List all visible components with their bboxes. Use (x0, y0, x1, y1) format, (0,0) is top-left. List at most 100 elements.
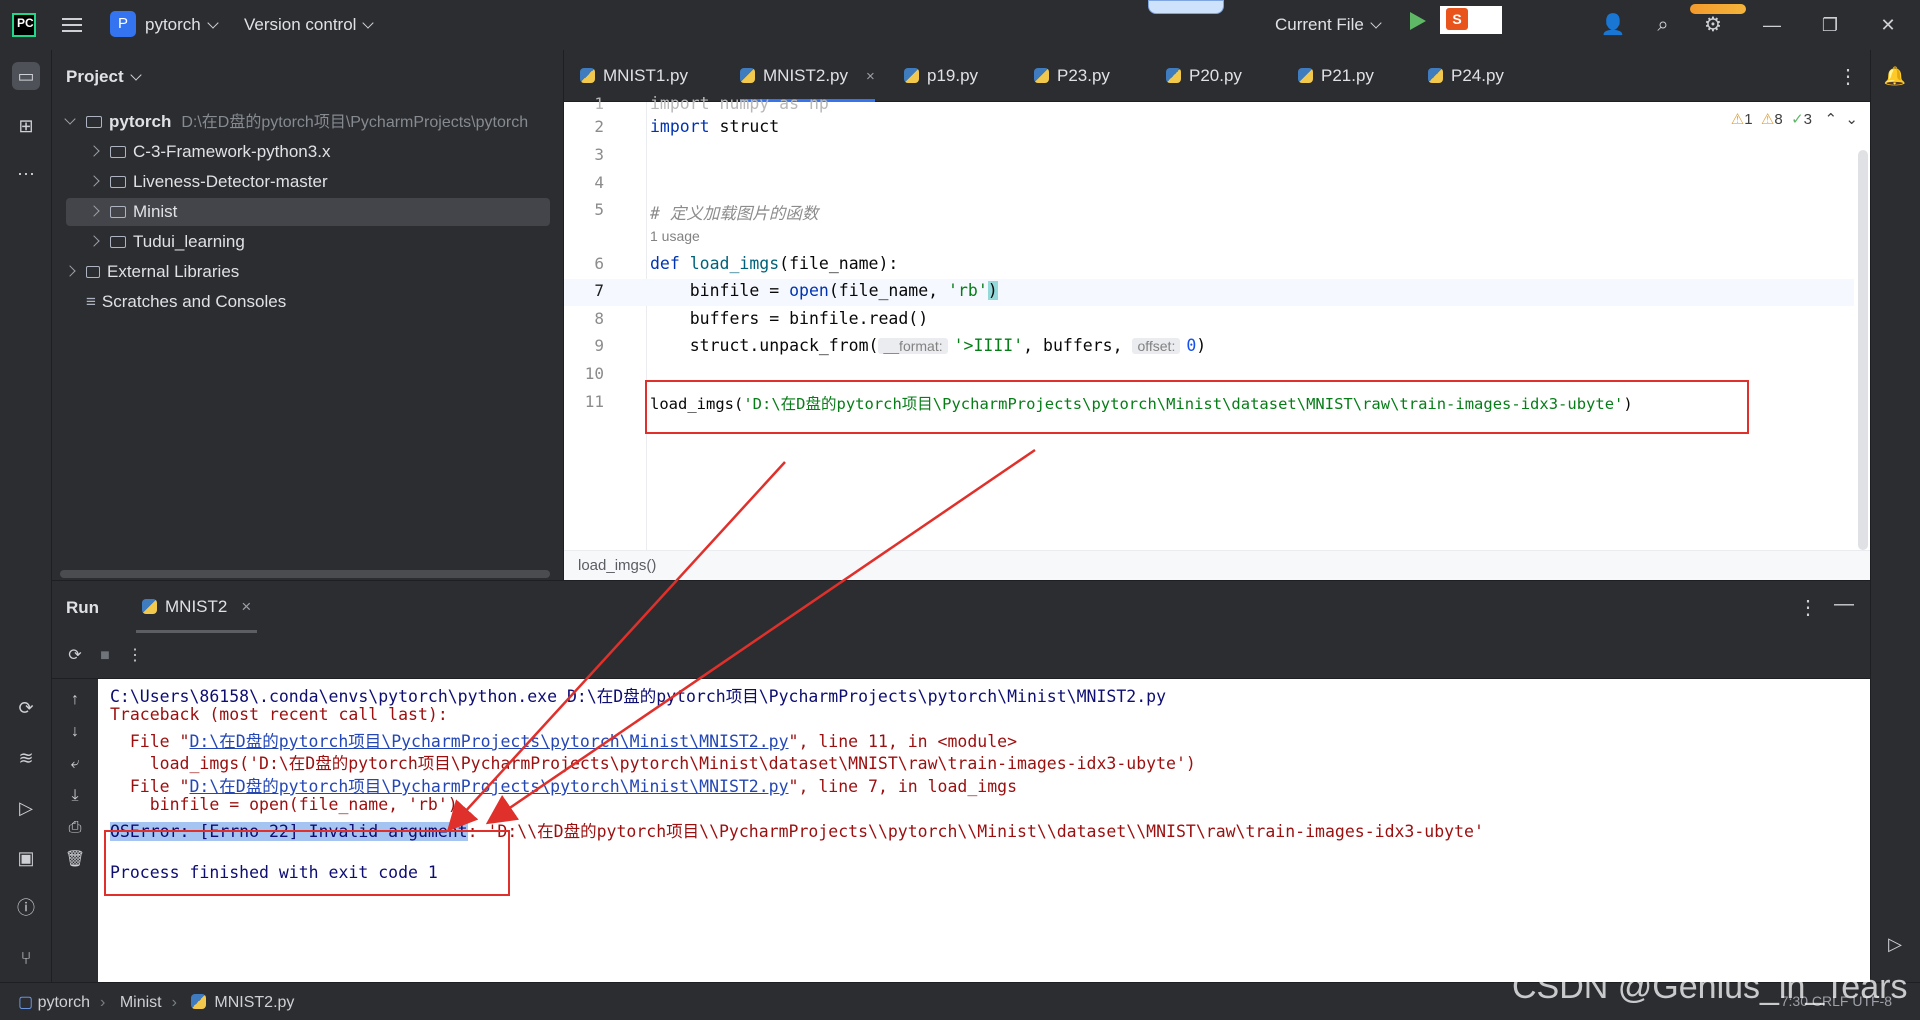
main-menu-icon[interactable] (62, 14, 82, 34)
scratches-label: Scratches and Consoles (101, 292, 287, 311)
python-file-icon (142, 599, 157, 614)
code-token: , buffers, (1023, 336, 1133, 355)
console-side-toolbar: ↑ ↓ ⤶ ⤓ ⎙ 🗑 (52, 679, 98, 983)
notifications-icon[interactable]: 🔔 (1881, 62, 1909, 90)
console-line: C:\Users\86158\.conda\envs\pytorch\pytho… (110, 687, 1167, 706)
expand-arrow-icon[interactable] (88, 175, 100, 187)
function-name-token: load_imgs (689, 254, 780, 273)
vertical-scrollbar[interactable] (1858, 150, 1868, 550)
gear-icon[interactable]: ⚙ (1700, 12, 1726, 38)
inspection-widget[interactable]: ⚠1 ⚠8 ✓3 ⌃ ⌄ (1731, 110, 1858, 128)
usage-hint[interactable]: 1 usage (650, 228, 700, 244)
run-icon[interactable]: ▷ (1881, 930, 1909, 958)
line-number: 9 (594, 336, 604, 355)
minimize-button[interactable]: — (1760, 13, 1784, 37)
file-link[interactable]: D:\在D盘的pytorch项目\PycharmProjects\pytorch… (189, 777, 788, 796)
arrow-up-icon[interactable]: ↑ (64, 689, 86, 711)
check-icon: ✓ (1791, 111, 1804, 128)
console-line: binfile = open(file_name, 'rb') (110, 795, 458, 814)
expand-arrow-icon[interactable] (88, 235, 100, 247)
chevron-down-icon (129, 69, 142, 81)
keyword-token: import (650, 117, 710, 136)
expand-arrow-icon[interactable] (64, 265, 76, 277)
project-pane-title[interactable]: Project (66, 67, 142, 87)
tree-root-label: pytorch (109, 112, 172, 131)
tab-p21[interactable]: P21.py (1298, 50, 1374, 102)
code-editor[interactable]: 1 2 3 4 5 6 7 8 9 10 11 import numpy as … (564, 94, 1870, 580)
version-control-label: Version control (244, 15, 357, 34)
stop-icon[interactable]: ■ (94, 645, 116, 667)
project-switcher[interactable]: pytorch (145, 15, 219, 35)
sogou-icon: S (1446, 8, 1468, 30)
services-icon[interactable]: ▷ (12, 794, 40, 822)
terminal-icon[interactable]: ▣ (12, 844, 40, 872)
soft-wrap-icon[interactable]: ⤶ (64, 753, 86, 775)
chevron-up-icon[interactable]: ⌃ (1825, 111, 1838, 128)
tree-root[interactable]: pytorch D:\在D盘的pytorch项目\PycharmProjects\… (64, 108, 550, 136)
more-icon[interactable]: ⋯ (12, 160, 40, 188)
code-breadcrumb[interactable]: load_imgs() (564, 550, 1870, 580)
expand-arrow-icon[interactable] (88, 145, 100, 157)
scroll-to-end-icon[interactable]: ⤓ (64, 785, 86, 807)
tree-item-tudui[interactable]: Tudui_learning (66, 228, 550, 256)
ime-toolbar: S (1440, 6, 1502, 34)
hide-panel-icon[interactable]: — (1834, 593, 1854, 616)
console-token: : 'D:\\在D盘的pytorch项目\\PycharmProjects\\p… (467, 822, 1484, 841)
more-options-icon[interactable]: ⋮ (1838, 64, 1858, 89)
print-icon[interactable]: ⎙ (64, 817, 86, 839)
file-link[interactable]: D:\在D盘的pytorch项目\PycharmProjects\pytorch… (189, 732, 788, 751)
breadcrumb-item[interactable]: Minist (120, 994, 162, 1011)
project-title-label: Project (66, 67, 124, 86)
code-line-7: binfile = open(file_name, 'rb') (650, 281, 998, 300)
tab-p20[interactable]: P20.py (1166, 50, 1242, 102)
line-number: 4 (594, 173, 604, 192)
breadcrumb: ▢ pytorch › Minist › MNIST2.py (18, 994, 295, 1011)
tab-p23[interactable]: P23.py (1034, 50, 1110, 102)
tab-p19[interactable]: p19.py (904, 50, 978, 102)
run-config-selector[interactable]: Current File (1275, 15, 1382, 35)
tree-item-label: Tudui_learning (133, 232, 245, 251)
tree-item-liveness[interactable]: Liveness-Detector-master (66, 168, 550, 196)
tab-label: MNIST1.py (603, 66, 689, 85)
layers-icon[interactable]: ≋ (12, 744, 40, 772)
horizontal-scrollbar[interactable] (60, 570, 550, 578)
number-token: 0 (1186, 336, 1197, 355)
tree-item-c3-framework[interactable]: C-3-Framework-python3.x (66, 138, 550, 166)
tree-scratches[interactable]: ≡ Scratches and Consoles (66, 288, 550, 316)
tab-p24[interactable]: P24.py (1428, 50, 1504, 102)
breadcrumb-item[interactable]: MNIST2.py (214, 994, 294, 1011)
close-tab-icon[interactable]: × (241, 597, 251, 616)
expand-arrow-icon[interactable] (64, 113, 76, 125)
code-line-8: buffers = binfile.read() (650, 309, 929, 328)
code-token: (file_name, (828, 281, 949, 300)
expand-arrow-icon[interactable] (88, 205, 100, 217)
folder-icon (110, 206, 126, 218)
structure-icon[interactable]: ⊞ (12, 112, 40, 140)
run-tab-mnist2[interactable]: MNIST2 × (136, 581, 258, 633)
tree-external-libraries[interactable]: External Libraries (64, 258, 550, 286)
git-icon[interactable]: ⑂ (12, 944, 40, 972)
version-control-menu[interactable]: Version control (244, 15, 375, 35)
warning-count: 1 (1744, 111, 1753, 128)
folder-icon[interactable]: ▭ (12, 62, 40, 90)
more-options-icon[interactable]: ⋮ (124, 645, 146, 667)
trash-icon[interactable]: 🗑 (64, 849, 86, 871)
code-token: (file_name): (779, 254, 899, 273)
close-window-button[interactable]: ✕ (1876, 13, 1900, 37)
code-token: struct (709, 117, 780, 136)
breadcrumb-item[interactable]: pytorch (38, 994, 90, 1011)
python-file-icon (904, 68, 919, 83)
more-options-icon[interactable]: ⋮ (1798, 595, 1818, 620)
python-packages-icon[interactable]: ⟳ (12, 694, 40, 722)
problems-icon[interactable]: ⓘ (12, 894, 40, 922)
rerun-icon[interactable]: ⟳ (64, 645, 86, 667)
chevron-down-icon[interactable]: ⌄ (1845, 111, 1858, 128)
run-icon[interactable] (1410, 12, 1426, 30)
maximize-button[interactable]: ❐ (1818, 13, 1842, 37)
tree-item-minist[interactable]: Minist (66, 198, 550, 226)
close-tab-icon[interactable]: × (866, 68, 875, 85)
add-user-icon[interactable]: 👤 (1600, 12, 1626, 38)
folder-icon (86, 116, 102, 128)
search-icon[interactable]: ⌕ (1650, 12, 1676, 38)
arrow-down-icon[interactable]: ↓ (64, 721, 86, 743)
